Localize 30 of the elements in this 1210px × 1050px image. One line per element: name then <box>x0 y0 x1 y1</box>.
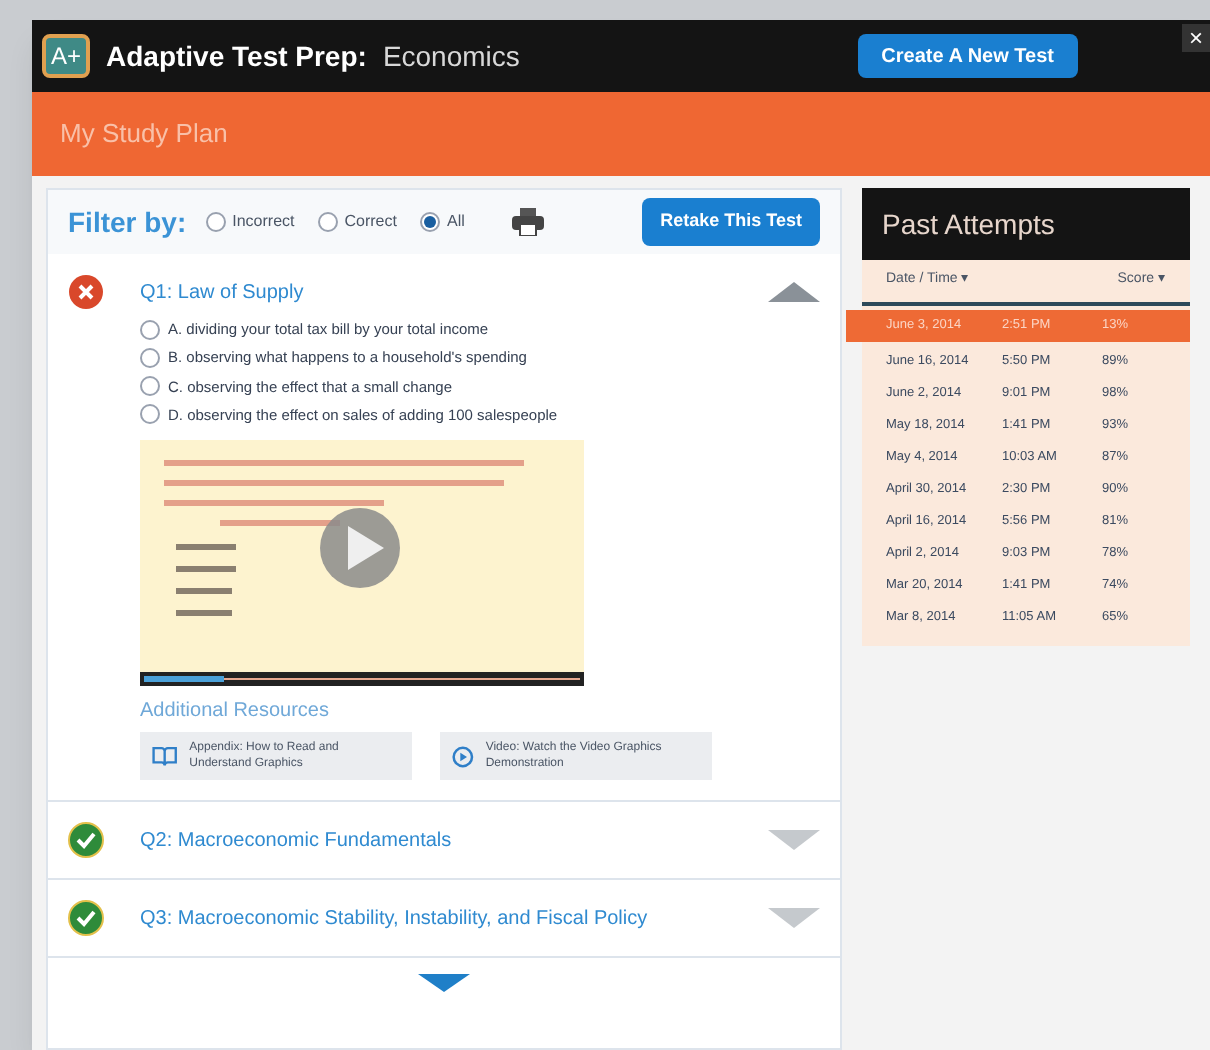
close-button[interactable]: × <box>1182 24 1210 52</box>
filter-label: Filter by: <box>68 203 187 242</box>
scroll-down-arrow-icon[interactable] <box>418 974 470 992</box>
past-attempts-title: Past Attempts <box>882 205 1055 244</box>
question-title[interactable]: Q2: Macroeconomic Fundamentals <box>140 825 732 855</box>
retake-test-button[interactable]: Retake This Test <box>642 198 820 246</box>
radio-button[interactable] <box>140 376 160 397</box>
expand-arrow-icon[interactable] <box>768 830 820 850</box>
filter-option[interactable]: Correct <box>344 210 397 234</box>
book-icon <box>152 744 178 768</box>
collapse-arrow-icon[interactable] <box>768 282 820 302</box>
radio-button[interactable] <box>140 404 160 425</box>
radio-button[interactable] <box>420 212 441 232</box>
radio-button[interactable] <box>318 212 339 232</box>
question-title[interactable]: Q1: Law of Supply <box>140 277 732 307</box>
radio-button[interactable] <box>206 212 227 232</box>
radio-button[interactable] <box>140 319 160 340</box>
play-icon <box>452 743 474 769</box>
expand-arrow-icon[interactable] <box>768 908 820 928</box>
banner-title: My Study Plan <box>60 116 228 153</box>
app-logo: A+ <box>42 34 90 78</box>
resources-heading: Additional Resources <box>140 698 331 726</box>
filter-option[interactable]: Incorrect <box>232 210 295 234</box>
filter-option[interactable]: All <box>446 210 465 234</box>
create-test-button[interactable]: Create A New Test <box>857 34 1078 78</box>
question-title[interactable]: Q3: Macroeconomic Stability, Instability, and Fiscal Policy <box>140 903 732 933</box>
subject-title: Economics <box>382 37 520 75</box>
radio-button[interactable] <box>140 347 160 368</box>
app-title: Adaptive Test Prep: <box>106 37 367 76</box>
print-icon[interactable] <box>512 208 545 236</box>
